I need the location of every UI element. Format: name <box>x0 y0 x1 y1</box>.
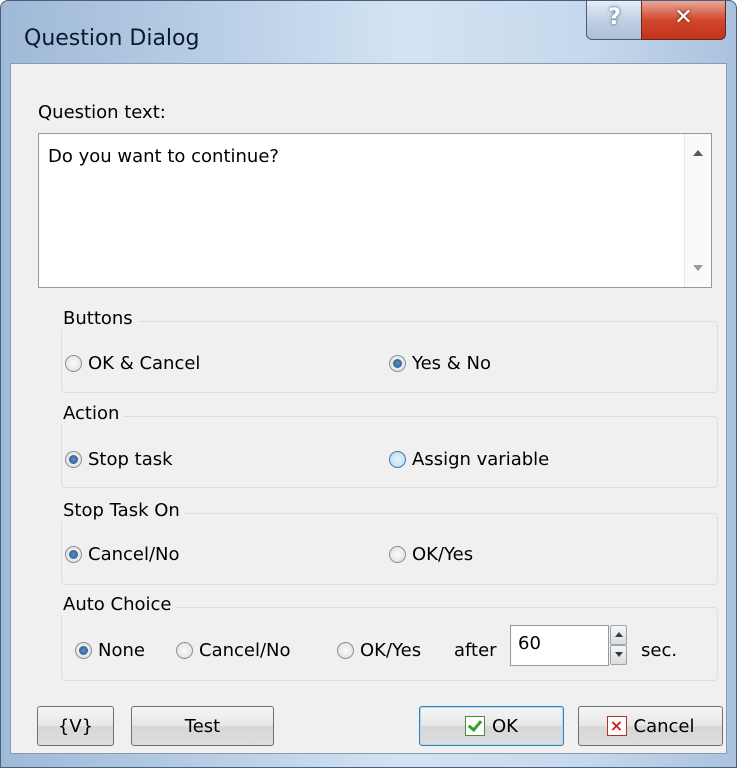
radio-circle[interactable] <box>65 355 82 372</box>
check-icon <box>465 716 485 736</box>
dialog-window: Question Dialog ? ✕ Question text: Do yo… <box>0 0 737 768</box>
radio-label: Stop task <box>88 449 173 470</box>
radio-yes-no[interactable]: Yes & No <box>389 353 491 374</box>
radio-circle[interactable] <box>337 642 354 659</box>
radio-stop-on-ok-yes[interactable]: OK/Yes <box>389 544 473 565</box>
radio-circle[interactable] <box>176 642 193 659</box>
cancel-x-icon: × <box>606 716 627 736</box>
radio-stop-task[interactable]: Stop task <box>65 449 173 470</box>
radio-ok-cancel[interactable]: OK & Cancel <box>65 353 200 374</box>
radio-stop-on-cancel-no[interactable]: Cancel/No <box>65 544 180 565</box>
action-group-title: Action <box>58 403 125 424</box>
radio-label: OK/Yes <box>360 640 422 661</box>
help-icon: ? <box>608 5 621 30</box>
spin-down-icon <box>615 652 623 657</box>
buttons-group-title: Buttons <box>58 308 138 329</box>
spin-up-icon <box>615 632 623 637</box>
ok-button-label: OK <box>492 715 518 737</box>
radio-assign-variable[interactable]: Assign variable <box>389 449 549 470</box>
test-button[interactable]: Test <box>131 706 274 746</box>
radio-auto-cancel-no[interactable]: Cancel/No <box>176 640 291 661</box>
radio-label: Cancel/No <box>88 544 180 565</box>
seconds-unit-label: sec. <box>641 640 678 661</box>
radio-circle-selected[interactable] <box>65 451 82 468</box>
radio-circle-selected[interactable] <box>75 642 92 659</box>
radio-label: OK & Cancel <box>88 353 201 374</box>
spin-up-button[interactable] <box>610 625 627 645</box>
radio-circle[interactable] <box>389 546 406 563</box>
close-icon: ✕ <box>674 5 693 30</box>
close-button[interactable]: ✕ <box>641 1 726 40</box>
seconds-spinner[interactable] <box>610 625 627 665</box>
radio-circle-selected[interactable] <box>389 355 406 372</box>
seconds-value: 60 <box>518 633 541 654</box>
radio-auto-ok-yes[interactable]: OK/Yes <box>337 640 421 661</box>
variables-button-label: {V} <box>57 715 94 737</box>
title-bar[interactable]: Question Dialog ? ✕ <box>1 1 736 63</box>
radio-circle[interactable] <box>389 451 406 468</box>
scroll-down-icon[interactable] <box>693 265 703 271</box>
scroll-up-icon[interactable] <box>693 150 703 156</box>
question-text-value: Do you want to continue? <box>48 146 279 167</box>
stop-task-on-group-title: Stop Task On <box>58 500 185 521</box>
help-button[interactable]: ? <box>586 1 643 40</box>
question-text-input[interactable]: Do you want to continue? <box>38 133 712 288</box>
radio-label: None <box>98 640 145 661</box>
test-button-label: Test <box>184 715 221 737</box>
radio-label: Cancel/No <box>199 640 291 661</box>
auto-choice-group-title: Auto Choice <box>58 594 177 615</box>
seconds-input[interactable]: 60 <box>510 625 609 666</box>
ok-button[interactable]: OK <box>419 706 564 746</box>
radio-label: Assign variable <box>412 449 550 470</box>
spin-down-button[interactable] <box>610 645 627 665</box>
radio-label: OK/Yes <box>412 544 474 565</box>
radio-circle-selected[interactable] <box>65 546 82 563</box>
radio-label: Yes & No <box>412 353 492 374</box>
question-text-scrollbar[interactable] <box>684 134 711 287</box>
window-title: Question Dialog <box>24 26 200 51</box>
variables-button[interactable]: {V} <box>37 706 114 746</box>
question-text-label: Question text: <box>38 102 166 123</box>
cancel-button-label: Cancel <box>633 715 695 737</box>
cancel-button[interactable]: × Cancel <box>578 706 723 746</box>
after-label: after <box>454 640 497 661</box>
radio-auto-none[interactable]: None <box>75 640 145 661</box>
